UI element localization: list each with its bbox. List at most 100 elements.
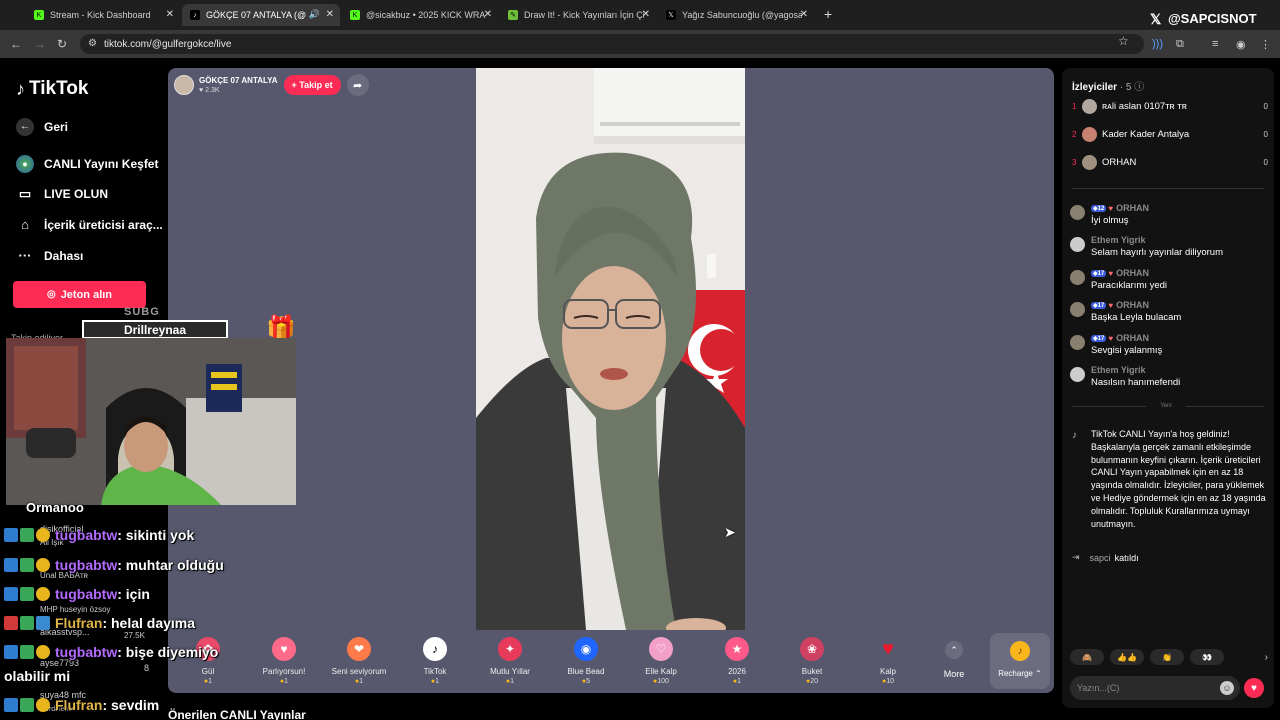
- tiktok-logo[interactable]: ♪ TikTok: [16, 78, 88, 100]
- quick-reaction-button[interactable]: 👏: [1150, 649, 1184, 665]
- follow-button[interactable]: + Takip et: [283, 75, 341, 95]
- overlay-chat-user: Flufran: [55, 615, 103, 631]
- gift-name: Seni seviyorum: [331, 667, 387, 676]
- gift-item[interactable]: ♡ Elle Kalp ●100: [625, 637, 697, 685]
- chat-input[interactable]: Yazın...(C) ☺: [1070, 676, 1240, 700]
- gift-item[interactable]: ♥ Parlıyorsun! ●1: [248, 637, 320, 685]
- extension-audio-icon[interactable]: ))): [1152, 38, 1163, 50]
- media-control-icon[interactable]: ≡: [1212, 38, 1218, 50]
- tab-title: Draw It! - Kick Yayınları İçin Çizi: [524, 10, 644, 20]
- get-coins-button[interactable]: ◎ Jeton alın: [13, 281, 146, 308]
- gift-price-value: 1: [359, 678, 364, 685]
- x-logo-icon: 𝕏: [1150, 10, 1162, 27]
- overlay-chat-user: tugbabtw: [55, 586, 118, 602]
- level-badge-value: 17: [1097, 302, 1105, 309]
- quick-reaction-button[interactable]: 👀: [1190, 649, 1224, 665]
- home-icon: ⌂: [21, 217, 29, 232]
- kick-favicon-icon: K: [34, 10, 44, 20]
- new-tab-button[interactable]: +: [824, 6, 832, 22]
- joined-username[interactable]: sapci: [1090, 553, 1111, 563]
- tab-close-icon[interactable]: ✕: [166, 9, 174, 20]
- gift-item[interactable]: ♥ Kalp ●10: [852, 637, 924, 686]
- extensions-puzzle-icon[interactable]: ⧉: [1176, 38, 1184, 51]
- badge-icon: [4, 698, 18, 712]
- host-avatar[interactable]: [174, 75, 194, 95]
- chat-text: Paracıklarımı yedi: [1091, 280, 1168, 291]
- reload-icon[interactable]: ↻: [57, 37, 67, 51]
- share-button[interactable]: ➦: [346, 74, 369, 96]
- recharge-button[interactable]: ♪ Recharge ⌃: [990, 633, 1050, 689]
- more-gifts-button[interactable]: ⌃ More: [936, 641, 972, 679]
- gift-item[interactable]: ❀ Buket ●20: [776, 637, 848, 685]
- viewer-row[interactable]: 1 ʀᴀli aslan 0107ᴛʀ ᴛʀ 0: [1072, 97, 1268, 115]
- browser-tab[interactable]: ✎ Draw It! - Kick Yayınları İçin Çizi ✕: [500, 4, 656, 26]
- gift-item[interactable]: ◉ Blue Bead ●5: [550, 637, 622, 685]
- browser-menu-icon[interactable]: ⋮: [1260, 38, 1271, 51]
- overlay-chat-message: : sevdim: [102, 697, 160, 713]
- tab-close-icon[interactable]: ✕: [326, 9, 334, 20]
- badge-icon: [4, 528, 18, 542]
- bookmark-star-icon[interactable]: ☆: [1118, 34, 1129, 48]
- viewer-row[interactable]: 2 Kader Kader Antalya 0: [1072, 125, 1268, 143]
- gift-item[interactable]: ♪ TikTok ●1: [399, 637, 471, 685]
- nav-item-go-live[interactable]: ▭ LIVE OLUN: [16, 186, 108, 202]
- like-heart-button[interactable]: ♥: [1244, 678, 1264, 698]
- overlay-chat-message: : muhtar olduğu: [117, 557, 224, 573]
- nav-item-explore-live[interactable]: ● CANLI Yayını Keşfet: [16, 155, 158, 173]
- tab-close-icon[interactable]: ✕: [484, 9, 492, 20]
- nav-item-more[interactable]: ··· Dahası: [16, 248, 84, 263]
- forward-arrow-icon[interactable]: →: [34, 37, 46, 51]
- overlay-chat-message: : sikinti yok: [117, 527, 195, 543]
- badge-icon: [20, 698, 34, 712]
- emoji-icon[interactable]: ☺: [1220, 681, 1234, 695]
- overlay-sub-label: SUBG: [124, 306, 160, 318]
- host-name[interactable]: GÖKÇE 07 ANTALYA: [199, 76, 278, 85]
- gift-item[interactable]: ★ 2026 ●1: [701, 637, 773, 685]
- viewers-count-wrap: · 5 ⓘ: [1119, 82, 1145, 93]
- site-info-icon[interactable]: ⚙: [88, 38, 97, 49]
- gift-price: ●1: [399, 678, 471, 685]
- browser-tab[interactable]: K Stream - Kick Dashboard ✕: [26, 4, 180, 26]
- avatar: [1070, 205, 1085, 220]
- nav-item-creator-tools[interactable]: ⌂ İçerik üreticisi araç...: [16, 217, 163, 232]
- profile-icon[interactable]: ◉: [1236, 38, 1246, 51]
- share-arrow-icon: ➦: [353, 79, 363, 92]
- badge-icon: [4, 587, 18, 601]
- speaker-icon[interactable]: 🔊: [309, 9, 320, 20]
- bouquet-icon: ❀: [800, 637, 824, 661]
- tab-close-icon[interactable]: ✕: [800, 9, 808, 20]
- chat-text: Nasılsın hanımefendi: [1091, 377, 1181, 388]
- nav-item-back[interactable]: ← Geri: [16, 118, 68, 136]
- overlay-chat-message: : için: [117, 586, 150, 602]
- quick-reaction-button[interactable]: 👍👍: [1110, 649, 1144, 665]
- viewer-rank: 3: [1072, 157, 1077, 167]
- badge-icon: [4, 645, 18, 659]
- browser-tab[interactable]: 𝕏 Yağız Sabuncuoğlu (@yagosab ✕: [658, 4, 814, 26]
- level-badge: ◆17: [1091, 301, 1107, 309]
- badge-icon: [36, 528, 50, 542]
- gift-name: Buket: [801, 667, 823, 676]
- gift-price: ●1: [248, 678, 320, 685]
- gift-price-value: 1: [737, 678, 742, 685]
- level-badge: ◆12: [1091, 204, 1107, 212]
- quick-reaction-button[interactable]: 🙈: [1070, 649, 1104, 665]
- gift-item[interactable]: ✦ Mutlu Yıllar ●1: [474, 637, 546, 685]
- overlay-chat-line: Flufran : sevdim: [4, 697, 159, 713]
- viewer-rank: 2: [1072, 129, 1077, 139]
- chevron-right-icon[interactable]: ›: [1265, 652, 1268, 663]
- live-video[interactable]: [476, 68, 745, 630]
- tab-close-icon[interactable]: ✕: [642, 9, 650, 20]
- overlay-ghost-text: olabilir mi: [4, 668, 71, 684]
- overlay-ghost-text: 8: [144, 663, 150, 673]
- back-arrow-icon[interactable]: ←: [10, 37, 22, 51]
- gift-item[interactable]: ❤ Seni seviyorum ●1: [323, 637, 395, 685]
- level-badge: ◆17: [1091, 269, 1107, 277]
- browser-tab[interactable]: K @sicakbuz • 2025 KICK WRAPP ✕: [342, 4, 498, 26]
- browser-tab-active[interactable]: ♪ GÖKÇE 07 ANTALYA (@gulf 🔊 ✕: [182, 4, 340, 26]
- info-icon[interactable]: ⓘ: [1134, 82, 1144, 93]
- avatar: [1070, 367, 1085, 382]
- year-gift-icon: ★: [725, 637, 749, 661]
- viewer-row[interactable]: 3 ORHAN 0: [1072, 153, 1268, 171]
- address-bar[interactable]: ⚙ tiktok.com/@gulfergokce/live: [80, 34, 1144, 54]
- chat-text: Başka Leyla bulacam: [1091, 312, 1182, 323]
